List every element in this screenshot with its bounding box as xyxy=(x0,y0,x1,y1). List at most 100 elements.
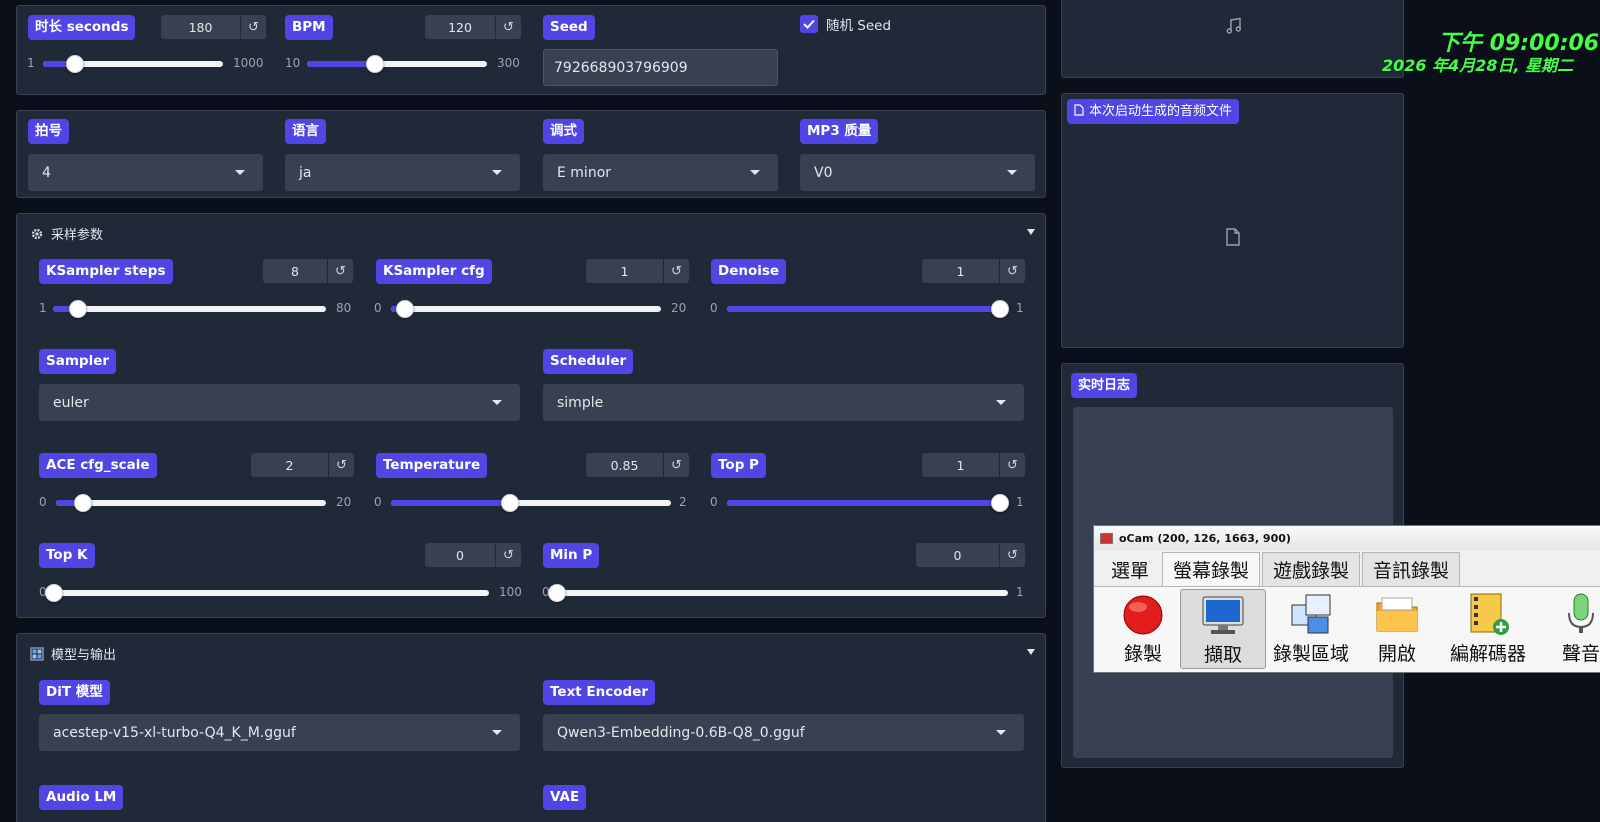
slider-thumb[interactable] xyxy=(66,55,85,73)
sampling-params-panel: 采样参数 KSampler steps 8 ↺ 1 80 KSampler cfg… xyxy=(16,213,1046,618)
ksampler-steps-label: KSampler steps xyxy=(39,259,173,284)
ocam-record-area-button[interactable]: 錄製區域 xyxy=(1268,589,1354,669)
dit-model-dropdown[interactable]: acestep-v15-xl-turbo-Q4_K_M.gguf xyxy=(39,714,520,751)
chevron-down-icon xyxy=(235,170,245,175)
ocam-record-button[interactable]: 錄製 xyxy=(1100,589,1186,669)
reset-icon[interactable]: ↺ xyxy=(999,259,1025,283)
min-p-slider[interactable]: 0 1 xyxy=(542,582,1030,602)
ocam-tab-game-record[interactable]: 遊戲錄製 xyxy=(1262,552,1361,586)
chevron-down-icon xyxy=(492,170,502,175)
temperature-label: Temperature xyxy=(376,453,488,478)
checkbox-checked-icon[interactable] xyxy=(800,15,818,33)
slider-thumb[interactable] xyxy=(395,300,414,318)
top-p-number-input[interactable]: 1 ↺ xyxy=(922,453,1025,477)
slider-thumb[interactable] xyxy=(991,494,1009,512)
reset-icon[interactable]: ↺ xyxy=(663,453,689,477)
min-p-number-input[interactable]: 0 ↺ xyxy=(916,543,1025,567)
beat-dropdown[interactable]: 4 xyxy=(28,154,263,191)
file-icon xyxy=(1074,104,1084,116)
model-section-header[interactable]: 模型与输出 xyxy=(30,644,116,663)
reset-icon[interactable]: ↺ xyxy=(495,15,521,39)
codec-icon xyxy=(1465,591,1511,637)
reset-icon[interactable]: ↺ xyxy=(999,453,1025,477)
ksampler-steps-slider[interactable]: 1 80 xyxy=(39,298,357,318)
slider-thumb[interactable] xyxy=(74,494,92,512)
realtime-log-label: 实时日志 xyxy=(1071,373,1138,398)
denoise-number-input[interactable]: 1 ↺ xyxy=(922,259,1025,283)
ocam-capture-button[interactable]: 擷取 xyxy=(1180,589,1266,669)
audio-player-panel xyxy=(1061,0,1404,78)
record-area-icon xyxy=(1288,591,1334,637)
generated-files-panel: 本次启动生成的音频文件 xyxy=(1061,93,1404,348)
text-encoder-dropdown[interactable]: Qwen3-Embedding-0.6B-Q8_0.gguf xyxy=(543,714,1024,751)
ocam-codec-button[interactable]: 編解碼器 xyxy=(1440,589,1536,669)
ocam-open-button[interactable]: 開啟 xyxy=(1354,589,1440,669)
random-seed-checkbox[interactable]: 随机 Seed xyxy=(800,14,891,34)
reset-icon[interactable]: ↺ xyxy=(663,259,689,283)
key-label: 调式 xyxy=(543,119,584,144)
collapse-triangle-icon[interactable] xyxy=(1027,229,1035,235)
file-icon xyxy=(1225,228,1241,250)
top-k-slider[interactable]: 0 100 xyxy=(39,582,523,602)
basic-params-panel: 时长 seconds 180 ↺ 1 1000 BPM 120 ↺ 10 300… xyxy=(16,5,1046,95)
slider-thumb[interactable] xyxy=(548,584,566,602)
temperature-number-input[interactable]: 0.85 ↺ xyxy=(586,453,689,477)
ocam-sound-button[interactable]: 聲音 xyxy=(1538,589,1600,669)
dit-model-label: DiT 模型 xyxy=(39,680,110,705)
chevron-down-icon xyxy=(492,730,502,735)
duration-slider[interactable]: 1 1000 xyxy=(27,53,267,73)
top-p-slider[interactable]: 0 1 xyxy=(710,492,1030,512)
duration-number-input[interactable]: 180 ↺ xyxy=(161,15,266,39)
beat-label: 拍号 xyxy=(28,119,69,144)
ocam-tab-screen-record[interactable]: 螢幕錄製 xyxy=(1162,552,1261,586)
ace-cfg-scale-slider[interactable]: 0 20 xyxy=(39,492,357,512)
sampler-dropdown[interactable]: euler xyxy=(39,384,520,421)
ocam-window[interactable]: oCam (200, 126, 1663, 900) 選單 螢幕錄製 遊戲錄製 … xyxy=(1093,525,1600,673)
bpm-slider[interactable]: 10 300 xyxy=(285,53,525,73)
seed-input[interactable]: 792668903796909 xyxy=(543,49,778,86)
temperature-slider[interactable]: 0 2 xyxy=(374,492,692,512)
reset-icon[interactable]: ↺ xyxy=(495,543,521,567)
reset-icon[interactable]: ↺ xyxy=(240,15,266,39)
slider-thumb[interactable] xyxy=(501,494,519,512)
collapse-triangle-icon[interactable] xyxy=(1027,649,1035,655)
ksampler-cfg-slider[interactable]: 0 20 xyxy=(374,298,692,318)
ocam-titlebar[interactable]: oCam (200, 126, 1663, 900) xyxy=(1094,526,1600,550)
duration-label: 时长 seconds xyxy=(28,15,136,40)
chevron-down-icon xyxy=(996,730,1006,735)
ace-cfg-scale-number-input[interactable]: 2 ↺ xyxy=(251,453,354,477)
chevron-down-icon xyxy=(750,170,760,175)
scheduler-dropdown[interactable]: simple xyxy=(543,384,1024,421)
scheduler-label: Scheduler xyxy=(543,349,634,374)
reset-icon[interactable]: ↺ xyxy=(327,259,353,283)
ksampler-cfg-label: KSampler cfg xyxy=(376,259,492,284)
slider-thumb[interactable] xyxy=(366,55,385,73)
slider-thumb[interactable] xyxy=(68,300,87,318)
model-output-panel: 模型与输出 DiT 模型 acestep-v15-xl-turbo-Q4_K_M… xyxy=(16,633,1046,822)
slider-thumb[interactable] xyxy=(991,300,1009,318)
microphone-icon xyxy=(1558,591,1600,637)
mp3-quality-dropdown[interactable]: V0 xyxy=(800,154,1035,191)
top-k-label: Top K xyxy=(39,543,95,568)
ksampler-steps-number-input[interactable]: 8 ↺ xyxy=(263,259,353,283)
denoise-label: Denoise xyxy=(711,259,787,284)
slider-thumb[interactable] xyxy=(45,584,63,602)
top-k-number-input[interactable]: 0 ↺ xyxy=(425,543,521,567)
bpm-number-input[interactable]: 120 ↺ xyxy=(425,15,521,39)
ocam-tab-menu[interactable]: 選單 xyxy=(1100,552,1160,586)
grid-icon xyxy=(30,646,44,661)
reset-icon[interactable]: ↺ xyxy=(999,543,1025,567)
sampling-section-header[interactable]: 采样参数 xyxy=(30,224,103,243)
chevron-down-icon xyxy=(492,400,502,405)
ocam-tab-audio-record[interactable]: 音訊錄製 xyxy=(1362,552,1461,586)
desktop-clock-date: 2026 年4月28日, 星期二 xyxy=(1382,56,1574,75)
top-p-label: Top P xyxy=(711,453,766,478)
random-seed-label: 随机 Seed xyxy=(826,18,892,34)
audio-lm-label: Audio LM xyxy=(39,785,124,810)
key-dropdown[interactable]: E minor xyxy=(543,154,778,191)
ksampler-cfg-number-input[interactable]: 1 ↺ xyxy=(586,259,689,283)
reset-icon[interactable]: ↺ xyxy=(328,453,354,477)
language-dropdown[interactable]: ja xyxy=(285,154,520,191)
denoise-slider[interactable]: 0 1 xyxy=(710,298,1030,318)
language-label: 语言 xyxy=(285,119,326,144)
